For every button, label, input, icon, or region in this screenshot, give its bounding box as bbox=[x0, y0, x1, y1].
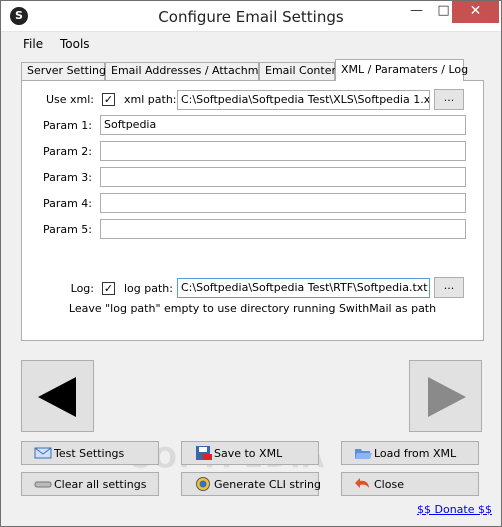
tab-email-addresses[interactable]: Email Addresses / Attachment bbox=[105, 62, 277, 80]
generate-cli-label: Generate CLI string bbox=[214, 478, 321, 491]
tab-xml-params-log[interactable]: XML / Paramaters / Log bbox=[335, 59, 468, 81]
param5-label: Param 5: bbox=[42, 223, 92, 236]
param1-label: Param 1: bbox=[42, 119, 92, 132]
clear-all-settings-label: Clear all settings bbox=[54, 478, 147, 491]
log-path-label: log path: bbox=[124, 282, 173, 295]
cli-badge-icon bbox=[196, 477, 210, 491]
tab-email-content[interactable]: Email Content bbox=[259, 62, 343, 80]
load-from-xml-label: Load from XML bbox=[374, 447, 457, 460]
xml-browse-button[interactable]: ... bbox=[434, 89, 464, 110]
menu-file[interactable]: File bbox=[23, 37, 43, 51]
param2-label: Param 2: bbox=[42, 145, 92, 158]
tab-panel: Use xml: ✓ xml path: C:\Softpedia\Softpe… bbox=[21, 80, 484, 341]
param3-label: Param 3: bbox=[42, 171, 92, 184]
close-button[interactable]: Close bbox=[341, 472, 479, 496]
xml-path-input[interactable]: C:\Softpedia\Softpedia Test\XLS\Softpedi… bbox=[177, 90, 430, 110]
previous-tab-button[interactable] bbox=[21, 360, 94, 432]
menu-tools[interactable]: Tools bbox=[60, 37, 90, 51]
use-xml-checkbox[interactable]: ✓ bbox=[102, 93, 115, 106]
xml-path-label: xml path: bbox=[124, 93, 177, 106]
load-from-xml-button[interactable]: Load from XML bbox=[341, 441, 479, 465]
clear-all-settings-button[interactable]: Clear all settings bbox=[21, 472, 159, 496]
exit-arrow-icon bbox=[355, 478, 369, 488]
arrow-right-icon bbox=[428, 377, 466, 417]
test-settings-label: Test Settings bbox=[54, 447, 125, 460]
param4-label: Param 4: bbox=[42, 197, 92, 210]
menu-bar: File Tools bbox=[1, 33, 501, 55]
arrow-left-icon bbox=[38, 377, 76, 417]
log-path-input[interactable]: C:\Softpedia\Softpedia Test\RTF\Softpedi… bbox=[177, 278, 430, 298]
save-icon bbox=[196, 446, 212, 460]
donate-link[interactable]: $$ Donate $$ bbox=[417, 503, 492, 516]
folder-open-icon bbox=[355, 449, 372, 459]
close-window-button[interactable]: ✕ bbox=[452, 1, 499, 23]
log-label: Log: bbox=[70, 282, 94, 295]
main-window: S Configure Email Settings — □ ✕ File To… bbox=[0, 0, 502, 527]
envelope-icon bbox=[34, 447, 52, 459]
log-checkbox[interactable]: ✓ bbox=[102, 282, 115, 295]
title-bar: S Configure Email Settings — □ ✕ bbox=[1, 1, 501, 32]
generate-cli-button[interactable]: Generate CLI string bbox=[181, 472, 321, 496]
test-settings-button[interactable]: Test Settings bbox=[21, 441, 159, 465]
save-to-xml-label: Save to XML bbox=[214, 447, 283, 460]
save-to-xml-button[interactable]: Save to XML bbox=[181, 441, 319, 465]
param3-input[interactable] bbox=[100, 167, 466, 187]
minimize-button[interactable]: — bbox=[403, 1, 430, 23]
close-label: Close bbox=[374, 478, 404, 491]
param1-input[interactable]: Softpedia bbox=[100, 115, 466, 135]
param4-input[interactable] bbox=[100, 193, 466, 213]
eraser-icon bbox=[34, 481, 52, 488]
log-browse-button[interactable]: ... bbox=[434, 277, 464, 298]
use-xml-label: Use xml: bbox=[45, 93, 94, 106]
param2-input[interactable] bbox=[100, 141, 466, 161]
log-path-hint: Leave "log path" empty to use directory … bbox=[68, 302, 437, 315]
param5-input[interactable] bbox=[100, 219, 466, 239]
next-tab-button[interactable] bbox=[409, 360, 482, 432]
tab-server-settings[interactable]: Server Settings bbox=[21, 62, 112, 80]
